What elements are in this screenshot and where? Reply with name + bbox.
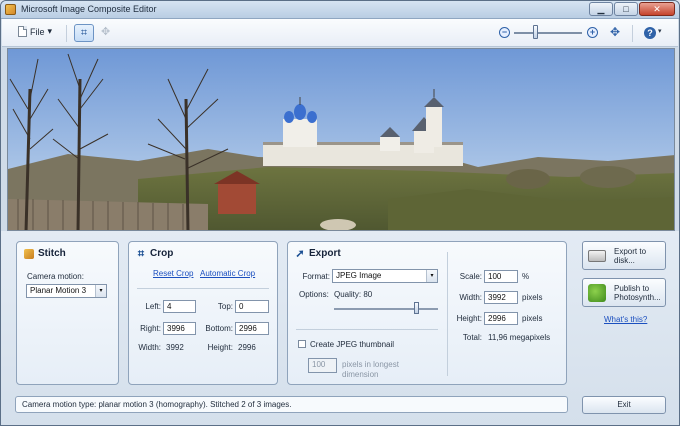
export-group: ➚ Export Format: JPEG Image ▾ Options: Q… [287, 241, 567, 385]
zoom-slider-track[interactable] [514, 32, 582, 34]
zoom-slider-thumb[interactable] [533, 25, 538, 39]
window-controls: ▁ □ ✕ [589, 2, 675, 16]
total-label: Total: [462, 333, 482, 342]
quality-slider-thumb[interactable] [414, 302, 420, 314]
format-value: JPEG Image [336, 271, 382, 280]
crop-top-label: Top: [217, 302, 233, 311]
settings-panel: Stitch Camera motion: Planar Motion 3 ▾ … [1, 231, 679, 425]
crop-divider [137, 288, 269, 289]
toolbar: File ▾ ⌗ ✥ − + ✥ ? ▾ [2, 19, 678, 47]
crop-left-label: Left: [145, 302, 161, 311]
crop-width-label: Width: [138, 343, 161, 352]
stitch-group: Stitch Camera motion: Planar Motion 3 ▾ [16, 241, 119, 385]
title-bar: Microsoft Image Composite Editor ▁ □ ✕ [1, 1, 679, 19]
toolbar-divider [632, 25, 633, 42]
options-label: Options: [299, 290, 329, 299]
panorama-preview[interactable] [7, 48, 675, 231]
export-to-disk-button[interactable]: Export to disk... [582, 241, 666, 270]
window-title: Microsoft Image Composite Editor [21, 4, 157, 14]
crop-height-label: Height: [207, 343, 233, 352]
photosynth-icon [588, 284, 606, 302]
publish-line1: Publish to [614, 284, 650, 293]
export-height-label: Height: [456, 314, 482, 323]
crop-tool-button[interactable]: ⌗ [74, 24, 94, 42]
camera-motion-label: Camera motion: [27, 272, 84, 281]
scale-field[interactable]: 100 [484, 270, 518, 283]
publish-label: Publish to Photosynth... [614, 284, 661, 302]
crop-bottom-field[interactable]: 2996 [235, 322, 269, 335]
publish-to-photosynth-button[interactable]: Publish to Photosynth... [582, 278, 666, 307]
fit-to-window-icon[interactable]: ✥ [608, 25, 622, 39]
stitch-title-label: Stitch [38, 248, 66, 259]
chevron-down-icon: ▾ [426, 270, 437, 282]
quality-label: Quality: 80 [334, 290, 373, 299]
whats-this-link[interactable]: What's this? [604, 315, 647, 324]
export-width-unit: pixels [522, 293, 543, 302]
thumbnail-pixels-field[interactable]: 100 [308, 358, 337, 373]
crop-right-field[interactable]: 3996 [163, 322, 196, 335]
panorama-image [8, 49, 674, 230]
scale-unit: % [522, 272, 530, 281]
jpeg-thumbnail-checkbox[interactable] [298, 340, 306, 348]
export-icon: ➚ [295, 247, 305, 260]
close-button[interactable]: ✕ [639, 2, 675, 16]
export-title-label: Export [309, 248, 341, 259]
crop-width-value: 3992 [166, 343, 184, 352]
chevron-down-icon: ▾ [95, 285, 106, 297]
export-height-field[interactable]: 2996 [484, 312, 518, 325]
thumbnail-pixels-label: pixels in longest [342, 360, 399, 369]
thumbnail-dimension-label: dimension [342, 370, 379, 379]
toolbar-divider [66, 25, 67, 42]
disk-icon [588, 250, 606, 262]
app-window: Microsoft Image Composite Editor ▁ □ ✕ F… [0, 0, 680, 426]
status-bar: Camera motion type: planar motion 3 (hom… [15, 396, 568, 413]
export-divider [296, 329, 438, 330]
crop-top-field[interactable]: 0 [235, 300, 269, 313]
publish-line2: Photosynth... [614, 293, 661, 302]
crop-title-label: Crop [150, 248, 174, 259]
export-width-field[interactable]: 3992 [484, 291, 518, 304]
export-width-label: Width: [459, 293, 482, 302]
export-to-disk-line2: disk... [614, 256, 635, 265]
reset-crop-link[interactable]: Reset Crop [153, 269, 193, 278]
export-to-disk-line1: Export to [614, 247, 647, 256]
export-title: ➚ Export [295, 247, 341, 260]
chevron-down-icon: ▾ [47, 26, 53, 36]
app-icon [5, 4, 16, 15]
stitch-title: Stitch [24, 248, 66, 259]
format-label: Format: [302, 272, 330, 281]
quality-slider-track[interactable] [334, 308, 438, 310]
export-to-disk-label: Export to disk... [614, 247, 646, 265]
maximize-button[interactable]: □ [614, 2, 638, 16]
stitch-icon [24, 248, 34, 259]
crop-height-value: 2996 [238, 343, 256, 352]
crop-title: ⌗ Crop [136, 248, 173, 259]
scale-label: Scale: [459, 272, 482, 281]
minimize-button[interactable]: ▁ [589, 2, 613, 16]
crop-right-label: Right: [140, 324, 161, 333]
help-icon[interactable]: ? [644, 27, 656, 39]
jpeg-thumbnail-label: Create JPEG thumbnail [310, 340, 395, 349]
help-dropdown-icon[interactable]: ▾ [658, 27, 662, 35]
camera-motion-select[interactable]: Planar Motion 3 ▾ [26, 284, 107, 298]
camera-motion-value: Planar Motion 3 [30, 286, 87, 295]
crop-icon: ⌗ [137, 247, 145, 260]
crop-group: ⌗ Crop Reset Crop Automatic Crop Left: 4… [128, 241, 278, 385]
file-menu-label: File [30, 26, 45, 37]
crop-icon: ⌗ [80, 27, 88, 39]
zoom-in-button[interactable]: + [587, 27, 598, 38]
document-icon [18, 26, 27, 37]
crop-left-field[interactable]: 4 [163, 300, 196, 313]
exit-button[interactable]: Exit [582, 396, 666, 414]
pan-tool-icon[interactable]: ✥ [101, 25, 110, 38]
file-menu-button[interactable]: File ▾ [18, 26, 52, 37]
crop-bottom-label: Bottom: [205, 324, 233, 333]
total-value: 11,96 megapixels [488, 333, 551, 342]
format-select[interactable]: JPEG Image ▾ [332, 269, 438, 283]
export-vertical-divider [447, 252, 448, 376]
automatic-crop-link[interactable]: Automatic Crop [200, 269, 255, 278]
export-height-unit: pixels [522, 314, 543, 323]
zoom-out-button[interactable]: − [499, 27, 510, 38]
